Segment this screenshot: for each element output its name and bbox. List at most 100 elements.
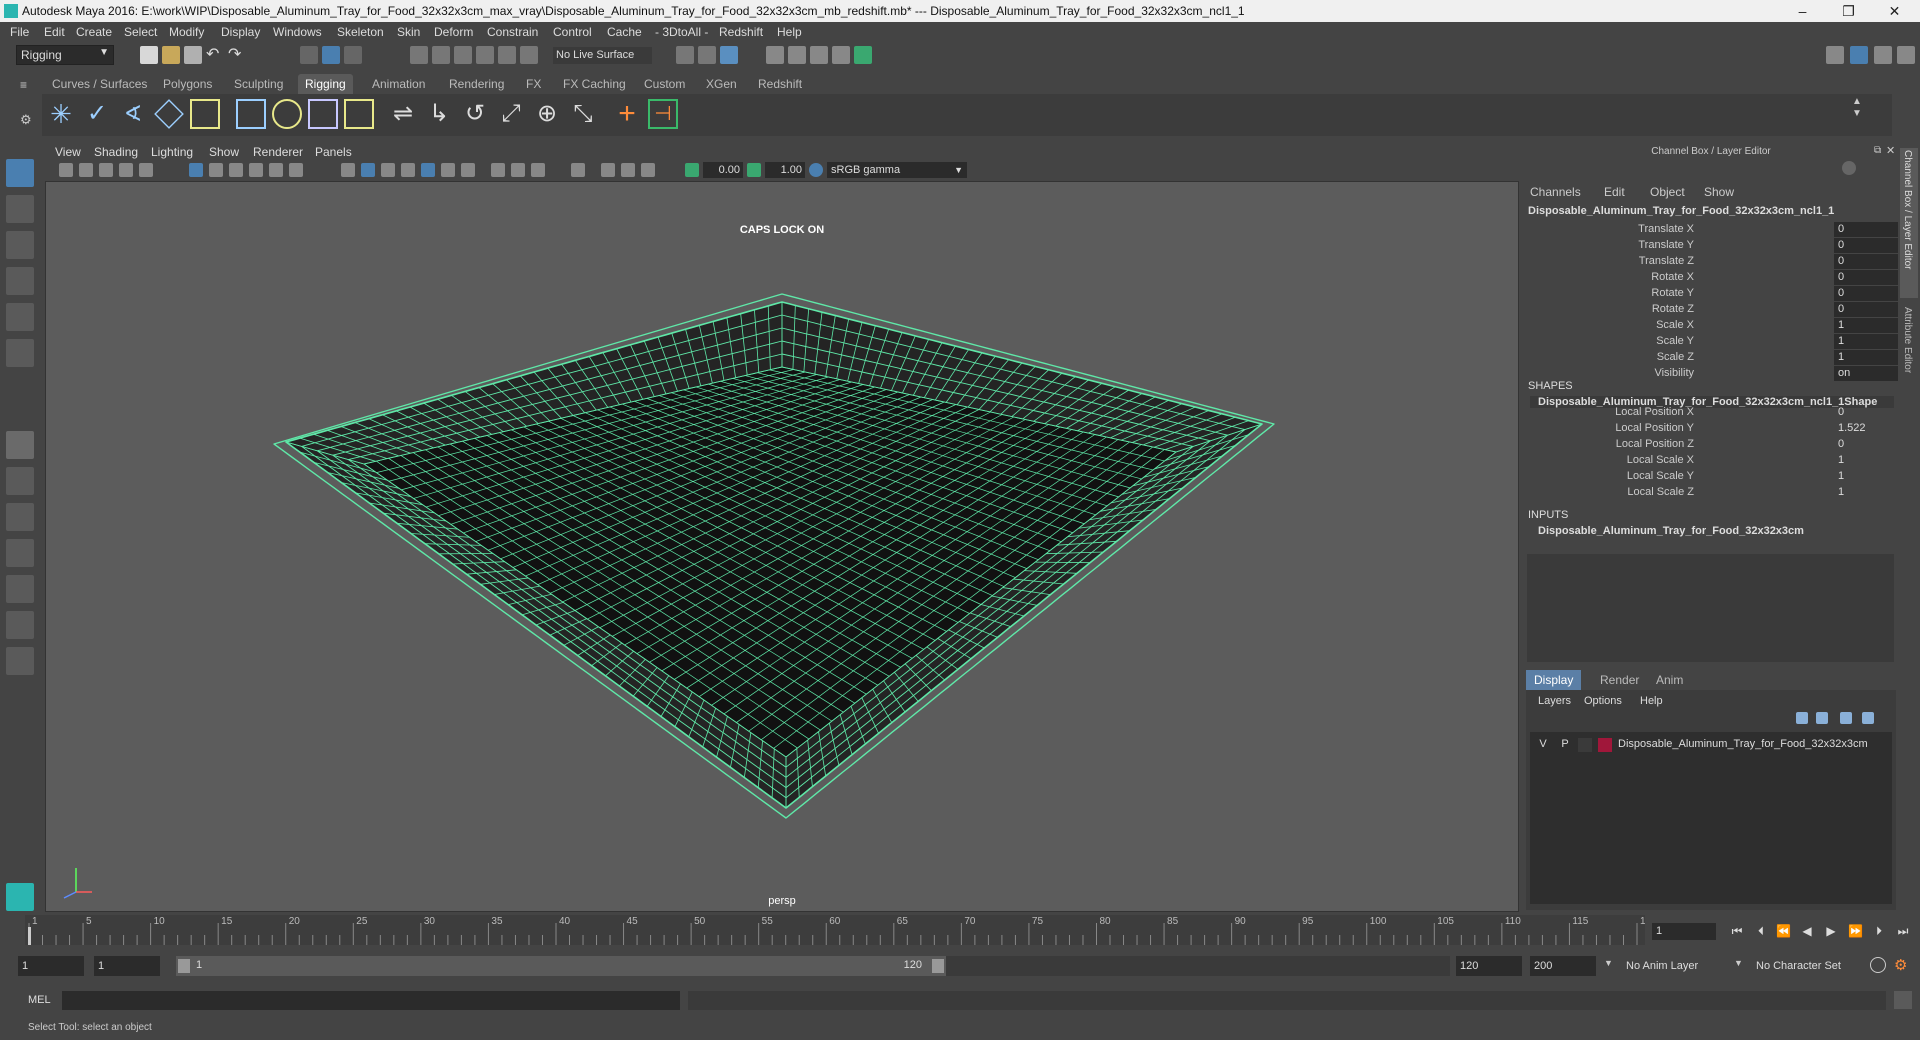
toggle-modeling-toolkit-icon[interactable] bbox=[1850, 46, 1868, 64]
le-menu-options[interactable]: Options bbox=[1584, 695, 1622, 707]
image-plane-icon[interactable] bbox=[119, 163, 133, 177]
new-scene-icon[interactable] bbox=[140, 46, 158, 64]
channel-label[interactable]: Scale Z bbox=[1657, 351, 1694, 363]
menuset-dropdown[interactable]: Rigging ▼ bbox=[16, 45, 114, 65]
persp-outliner-layout-icon[interactable] bbox=[6, 503, 34, 531]
blend-shape-icon[interactable]: ⤢ bbox=[496, 99, 526, 129]
locator-icon[interactable] bbox=[154, 99, 184, 129]
view-transform-dropdown[interactable]: sRGB gamma ▼ bbox=[827, 162, 967, 178]
shape-channel-label[interactable]: Local Position Y bbox=[1615, 422, 1694, 434]
2d-pan-zoom-icon[interactable] bbox=[139, 163, 153, 177]
layer-visibility-toggle[interactable]: V bbox=[1536, 738, 1550, 750]
render-frame-icon[interactable] bbox=[788, 46, 806, 64]
live-surface-field[interactable]: No Live Surface bbox=[553, 47, 652, 64]
current-time-marker[interactable] bbox=[28, 927, 31, 945]
channel-value[interactable]: 0 bbox=[1834, 270, 1898, 285]
animation-preferences-icon[interactable]: ⚙ bbox=[1894, 956, 1907, 974]
shape-channel-value[interactable]: 1 bbox=[1834, 453, 1898, 468]
shape-channel-label[interactable]: Local Position X bbox=[1615, 406, 1694, 418]
menu-skin[interactable]: Skin bbox=[397, 25, 420, 39]
layer-name[interactable]: Disposable_Aluminum_Tray_for_Food_32x32x… bbox=[1618, 738, 1868, 750]
safe-action-icon[interactable] bbox=[289, 163, 303, 177]
toggle-attribute-editor-icon[interactable] bbox=[1874, 46, 1892, 64]
channel-row[interactable]: Scale Y 1 bbox=[1522, 334, 1900, 350]
redo-icon[interactable]: ↷ bbox=[228, 47, 246, 66]
create-joints-icon[interactable]: ✳ bbox=[46, 99, 76, 129]
menu-skeleton[interactable]: Skeleton bbox=[337, 25, 384, 39]
scale-tool-icon[interactable] bbox=[6, 339, 34, 367]
vp-menu-lighting[interactable]: Lighting bbox=[151, 145, 193, 159]
wire-tool-icon[interactable]: ⊕ bbox=[532, 99, 562, 129]
construction-history-icon[interactable] bbox=[720, 46, 738, 64]
camera-attributes-icon[interactable] bbox=[79, 163, 93, 177]
float-panel-icon[interactable]: ⧉ bbox=[1874, 145, 1881, 156]
exposure-field[interactable]: 0.00 bbox=[703, 162, 743, 178]
hypershade-icon[interactable] bbox=[854, 46, 872, 64]
shape-channel-row[interactable]: Local Scale Z 1 bbox=[1522, 485, 1900, 501]
screen-space-ao-icon[interactable] bbox=[491, 163, 505, 177]
shape-channel-row[interactable]: Local Position Y 1.522 bbox=[1522, 421, 1900, 437]
menu-3dtoall[interactable]: - 3DtoAll - bbox=[655, 25, 708, 39]
step-forward-key-icon[interactable]: ⏩ bbox=[1848, 924, 1863, 938]
toggle-channel-box-icon[interactable] bbox=[1897, 46, 1915, 64]
shelf-menu-icon[interactable]: ≡ bbox=[20, 78, 32, 92]
xray-active-icon[interactable] bbox=[621, 163, 635, 177]
channel-value[interactable]: 0 bbox=[1834, 302, 1898, 317]
color-management-icon[interactable] bbox=[809, 163, 823, 177]
channel-label[interactable]: Translate X bbox=[1638, 223, 1694, 235]
layer-playback-toggle[interactable]: P bbox=[1558, 738, 1572, 750]
channel-label[interactable]: Visibility bbox=[1654, 367, 1694, 379]
sculpt-deformer-icon[interactable]: ⤡ bbox=[568, 99, 598, 129]
shape-channel-label[interactable]: Local Scale Y bbox=[1627, 470, 1694, 482]
hypershade-layout-icon[interactable] bbox=[6, 575, 34, 603]
range-start-handle[interactable] bbox=[178, 959, 190, 973]
cb-menu-object[interactable]: Object bbox=[1650, 185, 1685, 199]
render-view-icon[interactable] bbox=[766, 46, 784, 64]
four-view-layout-icon[interactable] bbox=[6, 467, 34, 495]
tab-fx[interactable]: FX bbox=[519, 74, 548, 94]
point-constraint-icon[interactable]: + bbox=[612, 99, 642, 129]
rotate-tool-icon[interactable] bbox=[6, 303, 34, 331]
vp-menu-panels[interactable]: Panels bbox=[315, 145, 352, 159]
menu-display[interactable]: Display bbox=[221, 25, 260, 39]
exposure-icon[interactable] bbox=[685, 163, 699, 177]
playback-end-field[interactable]: 120 bbox=[1456, 956, 1522, 976]
menu-modify[interactable]: Modify bbox=[169, 25, 204, 39]
move-layer-down-icon[interactable] bbox=[1816, 712, 1828, 724]
select-tool-icon[interactable] bbox=[6, 159, 34, 187]
shape-channel-value[interactable]: 1.522 bbox=[1834, 421, 1898, 436]
channel-label[interactable]: Scale Y bbox=[1656, 335, 1694, 347]
field-chart-icon[interactable] bbox=[269, 163, 283, 177]
current-frame-field[interactable]: 1 bbox=[1652, 923, 1716, 940]
tab-polygons[interactable]: Polygons bbox=[156, 74, 219, 94]
snap-curve-icon[interactable] bbox=[432, 46, 450, 64]
le-menu-layers[interactable]: Layers bbox=[1538, 695, 1571, 707]
channel-value[interactable]: 0 bbox=[1834, 222, 1898, 237]
outliner-layout-icon[interactable] bbox=[6, 647, 34, 675]
ik-spline-icon[interactable]: ∢ bbox=[118, 99, 148, 129]
snap-surface-icon[interactable] bbox=[498, 46, 516, 64]
shelf-scroll-up-icon[interactable]: ▲ bbox=[1852, 96, 1862, 107]
wireframe-on-shaded-icon[interactable] bbox=[381, 163, 395, 177]
resolution-gate-icon[interactable] bbox=[229, 163, 243, 177]
range-end-handle[interactable] bbox=[932, 959, 944, 973]
menu-cache[interactable]: Cache bbox=[607, 25, 642, 39]
menu-edit[interactable]: Edit bbox=[44, 25, 65, 39]
orient-joint-icon[interactable]: ↺ bbox=[460, 99, 490, 129]
interactive-bind-icon[interactable] bbox=[272, 99, 302, 129]
menu-create[interactable]: Create bbox=[76, 25, 112, 39]
go-to-end-icon[interactable]: ⏭ bbox=[1896, 924, 1910, 938]
menu-constrain[interactable]: Constrain bbox=[487, 25, 538, 39]
tab-render[interactable]: Render bbox=[1592, 670, 1647, 690]
select-object-icon[interactable] bbox=[322, 46, 340, 64]
playback-start-field[interactable]: 1 bbox=[94, 956, 160, 976]
workspace-icon[interactable] bbox=[1826, 46, 1844, 64]
shape-channel-row[interactable]: Local Scale Y 1 bbox=[1522, 469, 1900, 485]
shape-channel-label[interactable]: Local Scale X bbox=[1627, 454, 1694, 466]
move-tool-icon[interactable] bbox=[6, 267, 34, 295]
cluster-icon[interactable] bbox=[344, 99, 374, 129]
side-tab-attribute-editor[interactable]: Attribute Editor bbox=[1900, 305, 1918, 390]
close-panel-icon[interactable]: ✕ bbox=[1886, 144, 1895, 157]
undo-icon[interactable]: ↶ bbox=[206, 47, 224, 66]
snap-view-icon[interactable] bbox=[476, 46, 494, 64]
